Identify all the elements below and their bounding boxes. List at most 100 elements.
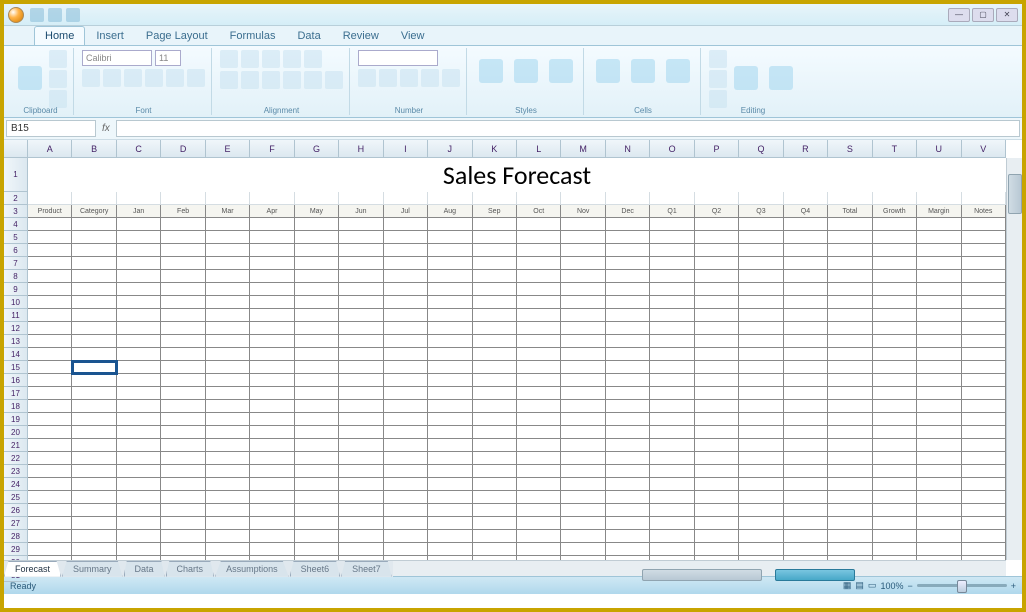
cell[interactable]: [917, 491, 961, 504]
cell[interactable]: [28, 426, 72, 439]
cell[interactable]: [917, 257, 961, 270]
cell[interactable]: [962, 270, 1006, 283]
cell[interactable]: [295, 517, 339, 530]
cell[interactable]: [650, 491, 694, 504]
cell[interactable]: [206, 504, 250, 517]
cell[interactable]: [873, 491, 917, 504]
cell[interactable]: [917, 218, 961, 231]
wrap-text-button[interactable]: [304, 50, 322, 68]
row-header[interactable]: 8: [4, 270, 27, 283]
row-header[interactable]: 9: [4, 283, 27, 296]
delete-cells-button[interactable]: [627, 50, 659, 94]
italic-button[interactable]: [103, 69, 121, 87]
cell[interactable]: [117, 426, 161, 439]
cell[interactable]: [384, 426, 428, 439]
cell[interactable]: [28, 478, 72, 491]
cell[interactable]: [561, 270, 605, 283]
cell[interactable]: [339, 504, 383, 517]
cell[interactable]: [250, 530, 294, 543]
cell[interactable]: [873, 452, 917, 465]
name-box[interactable]: [6, 120, 96, 137]
cell[interactable]: [962, 530, 1006, 543]
cell[interactable]: [784, 530, 828, 543]
cell[interactable]: [561, 257, 605, 270]
cell[interactable]: [962, 400, 1006, 413]
cell[interactable]: [72, 400, 116, 413]
cell[interactable]: [873, 530, 917, 543]
cell[interactable]: [384, 387, 428, 400]
cell[interactable]: [384, 231, 428, 244]
cell[interactable]: [517, 426, 561, 439]
row-header[interactable]: 21: [4, 439, 27, 452]
row-header[interactable]: 13: [4, 335, 27, 348]
cell[interactable]: [295, 335, 339, 348]
cell[interactable]: [72, 491, 116, 504]
cell[interactable]: [517, 283, 561, 296]
cell[interactable]: [873, 335, 917, 348]
cell[interactable]: [962, 322, 1006, 335]
cell[interactable]: [473, 413, 517, 426]
cell[interactable]: [650, 504, 694, 517]
cell[interactable]: [339, 465, 383, 478]
table-column-header[interactable]: Category: [72, 205, 116, 218]
cell[interactable]: [828, 530, 872, 543]
cell[interactable]: [650, 374, 694, 387]
cell[interactable]: [962, 309, 1006, 322]
cell[interactable]: [962, 283, 1006, 296]
bold-button[interactable]: [82, 69, 100, 87]
cell[interactable]: [250, 400, 294, 413]
cell[interactable]: [695, 400, 739, 413]
cell[interactable]: [561, 348, 605, 361]
cell[interactable]: [962, 348, 1006, 361]
cell[interactable]: [339, 543, 383, 556]
cell[interactable]: [117, 309, 161, 322]
cell[interactable]: [517, 504, 561, 517]
cell[interactable]: [28, 296, 72, 309]
cell[interactable]: [72, 426, 116, 439]
cell[interactable]: [206, 530, 250, 543]
cell[interactable]: [962, 361, 1006, 374]
format-cells-button[interactable]: [662, 50, 694, 94]
view-layout-button[interactable]: ▤: [855, 580, 864, 591]
cell[interactable]: [473, 504, 517, 517]
insert-cells-button[interactable]: [592, 50, 624, 94]
cell[interactable]: [828, 543, 872, 556]
cell[interactable]: [339, 309, 383, 322]
cell[interactable]: [428, 465, 472, 478]
cell[interactable]: [561, 374, 605, 387]
cell[interactable]: [428, 530, 472, 543]
cell[interactable]: [117, 283, 161, 296]
cell[interactable]: [250, 335, 294, 348]
cell[interactable]: [72, 322, 116, 335]
cell[interactable]: [695, 335, 739, 348]
cell[interactable]: [917, 348, 961, 361]
cell[interactable]: [384, 530, 428, 543]
cell[interactable]: [295, 530, 339, 543]
cell[interactable]: [561, 439, 605, 452]
selected-cell[interactable]: [72, 361, 116, 374]
cell[interactable]: [650, 400, 694, 413]
cell[interactable]: [384, 283, 428, 296]
cell[interactable]: [28, 413, 72, 426]
cell[interactable]: [28, 348, 72, 361]
table-column-header[interactable]: Total: [828, 205, 872, 218]
cell[interactable]: [28, 322, 72, 335]
sheet-tab[interactable]: Assumptions: [215, 561, 289, 577]
cell[interactable]: [517, 530, 561, 543]
cell[interactable]: [295, 452, 339, 465]
cell[interactable]: [250, 270, 294, 283]
cell[interactable]: [739, 348, 783, 361]
cell[interactable]: [695, 231, 739, 244]
cut-button[interactable]: [49, 50, 67, 68]
cell[interactable]: [28, 400, 72, 413]
cell[interactable]: [72, 504, 116, 517]
tab-view[interactable]: View: [390, 26, 436, 45]
cell[interactable]: [873, 348, 917, 361]
cell[interactable]: [295, 296, 339, 309]
cell[interactable]: [561, 478, 605, 491]
column-header[interactable]: N: [606, 140, 650, 157]
cell[interactable]: [962, 517, 1006, 530]
cell[interactable]: [606, 348, 650, 361]
cell[interactable]: [784, 478, 828, 491]
table-column-header[interactable]: Product: [28, 205, 72, 218]
